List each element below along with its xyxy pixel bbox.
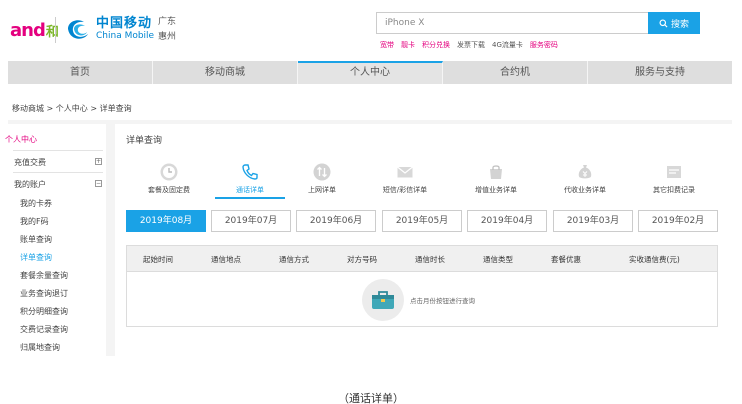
expand-icon[interactable]: +	[95, 158, 102, 165]
month-button-2019-07[interactable]: 2019年07月	[211, 210, 291, 232]
nav-personal-center[interactable]: 个人中心	[298, 61, 443, 84]
tab-sms-details[interactable]: 短信/彩信详单	[365, 162, 445, 198]
sidebar-item-bill[interactable]: 账单查询	[20, 234, 52, 245]
tab-label: 上网详单	[308, 186, 336, 194]
nav-service-support[interactable]: 服务与支持	[588, 61, 732, 84]
tab-label: 代收业务详单	[564, 186, 606, 194]
sidebar-item-location[interactable]: 归属地查询	[20, 342, 60, 353]
region-selector[interactable]: 广东 惠州	[158, 15, 176, 45]
month-button-2019-05[interactable]: 2019年05月	[382, 210, 462, 232]
sidebar-divider	[13, 150, 103, 151]
sidebar-item-fcode[interactable]: 我的F码	[20, 216, 49, 227]
tab-label: 增值业务详单	[475, 186, 517, 194]
hot-word-link[interactable]: 发票下载	[457, 40, 485, 50]
nav-mall[interactable]: 移动商城	[153, 61, 298, 84]
sidebar-item-points[interactable]: 积分明细查询	[20, 306, 68, 317]
search-input[interactable]: iPhone X	[376, 12, 648, 34]
brand-name-en: China Mobile	[96, 31, 155, 41]
figure-caption: （通话详单）	[338, 392, 404, 404]
sidebar-item-payment-records[interactable]: 交费记录查询	[20, 324, 68, 335]
sidebar-item-recharge[interactable]: 充值交费	[14, 157, 46, 168]
sidebar-divider	[13, 172, 103, 173]
page-root: and 和 中国移动 China Mobile 广东 惠州 iPhone X 搜…	[0, 0, 742, 404]
sidebar-item-service-query[interactable]: 业务查询退订	[20, 288, 68, 299]
hot-search-links: 宽带 靓卡 积分兑换 发票下载 4G流量卡 服务密码	[380, 40, 558, 50]
sidebar-item-coupons[interactable]: 我的卡券	[20, 198, 52, 209]
and-logo[interactable]: and 和	[10, 17, 59, 43]
hot-word-link[interactable]: 宽带	[380, 40, 394, 50]
search-icon	[659, 18, 668, 28]
sidebar-item-detail[interactable]: 详单查询	[20, 252, 52, 263]
tab-call-details[interactable]: 通话详单	[210, 162, 290, 198]
tab-label: 其它扣费记录	[653, 186, 695, 194]
main-nav: 首页 移动商城 个人中心 合约机 服务与支持	[8, 61, 732, 84]
column-header: 套餐优惠	[551, 255, 581, 264]
toolbox-icon	[372, 291, 394, 309]
column-header: 通信地点	[211, 255, 241, 264]
tab-other-charges[interactable]: 其它扣费记录	[634, 162, 714, 198]
collapse-icon[interactable]: −	[95, 180, 102, 187]
column-header: 通信类型	[483, 255, 513, 264]
phone-icon	[242, 164, 258, 180]
search-button-label: 搜索	[670, 19, 689, 30]
sidebar-title[interactable]: 个人中心	[5, 134, 37, 145]
tab-value-added-details[interactable]: 增值业务详单	[456, 162, 536, 198]
china-mobile-emblem-icon	[68, 20, 88, 39]
sidebar-item-account[interactable]: 我的账户	[14, 179, 46, 190]
money-bag-icon	[578, 165, 592, 179]
tab-label: 短信/彩信详单	[382, 186, 428, 194]
search-button[interactable]: 搜索	[648, 12, 700, 34]
nav-contract-phone[interactable]: 合约机	[443, 61, 588, 84]
column-header: 通信时长	[415, 255, 445, 264]
hot-word-link[interactable]: 积分兑换	[422, 40, 450, 50]
month-button-2019-03[interactable]: 2019年03月	[553, 210, 633, 232]
detail-table-header: 起始时间 通信地点 通信方式 对方号码 通信时长 通信类型 套餐优惠 实收通信费…	[126, 245, 718, 272]
hot-word-link[interactable]: 靓卡	[401, 40, 415, 50]
column-header: 通信方式	[279, 255, 309, 264]
hot-word-link[interactable]: 4G流量卡	[492, 40, 523, 50]
brand-name-cn: 中国移动	[96, 16, 153, 31]
hot-word-link[interactable]: 服务密码	[530, 40, 558, 50]
china-mobile-logo[interactable]: 中国移动 China Mobile	[64, 14, 164, 44]
sidebar-item-package-balance[interactable]: 套餐余量查询	[20, 270, 68, 281]
active-tab-indicator	[215, 197, 285, 199]
tab-label: 通话详单	[236, 186, 264, 194]
column-header: 实收通信费(元)	[629, 255, 680, 264]
clock-icon	[160, 163, 178, 181]
month-button-2019-08[interactable]: 2019年08月	[126, 210, 206, 232]
column-header: 对方号码	[347, 255, 377, 264]
and-logo-text: and	[10, 19, 46, 41]
he-logo-text: 和	[45, 24, 59, 40]
panel-title: 详单查询	[126, 136, 163, 146]
mail-icon	[397, 166, 413, 178]
tab-package-fees[interactable]: 套餐及固定费	[129, 162, 209, 198]
tab-label: 套餐及固定费	[148, 186, 190, 194]
bag-icon	[490, 165, 502, 179]
logo-divider	[55, 17, 56, 43]
empty-state-message: 点击月份按钮进行查询	[410, 297, 475, 305]
column-header: 起始时间	[143, 255, 173, 264]
region-province: 广东	[158, 17, 177, 27]
empty-state-illustration	[362, 279, 404, 321]
month-button-2019-04[interactable]: 2019年04月	[467, 210, 547, 232]
tab-data-details[interactable]: 上网详单	[282, 162, 362, 198]
data-icon	[313, 163, 331, 181]
ticket-icon	[667, 166, 681, 178]
nav-home[interactable]: 首页	[8, 61, 153, 84]
region-city: 惠州	[158, 32, 177, 42]
month-button-2019-02[interactable]: 2019年02月	[638, 210, 718, 232]
month-button-2019-06[interactable]: 2019年06月	[296, 210, 376, 232]
tab-collection-details[interactable]: 代收业务详单	[545, 162, 625, 198]
breadcrumb: 移动商城 > 个人中心 > 详单查询	[12, 104, 132, 113]
